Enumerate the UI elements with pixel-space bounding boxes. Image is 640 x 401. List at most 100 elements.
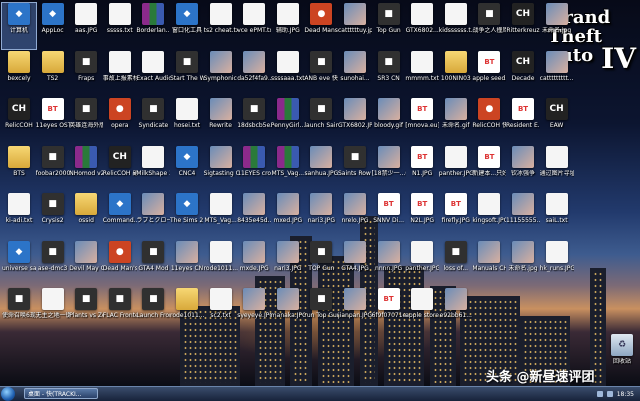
desktop-icon[interactable]: Manuals CHS bbox=[472, 240, 506, 287]
desktop-icon[interactable]: ■ Plants vs Zombie... bbox=[69, 288, 103, 334]
network-icon[interactable] bbox=[596, 391, 603, 397]
desktop-icon[interactable]: ■ Fraps bbox=[69, 50, 103, 97]
volume-icon[interactable] bbox=[606, 391, 613, 397]
desktop-icon[interactable]: ◆ 计算机 bbox=[1, 2, 37, 50]
desktop-icon[interactable]: 8435e45d... bbox=[237, 193, 271, 239]
desktop-icon[interactable]: ■ loss of... bbox=[439, 240, 473, 287]
desktop-icon[interactable]: TS2 bbox=[36, 50, 70, 97]
desktop-icon[interactable]: kidssssss.t... bbox=[439, 3, 473, 49]
desktop-icon[interactable]: ts2 cheat.txt bbox=[204, 3, 238, 49]
desktop-icon[interactable]: MTS_Vag... bbox=[204, 193, 238, 239]
desktop-icon[interactable]: cattttttuy.jpg bbox=[338, 3, 372, 49]
desktop-icon[interactable]: CH EAW bbox=[540, 98, 574, 144]
desktop-icon[interactable]: GTX6802.JPG bbox=[338, 98, 372, 144]
desktop-icon[interactable]: [18禁少一...(10040)]... bbox=[372, 145, 406, 192]
desktop-icon[interactable]: BT N1.JPG bbox=[405, 145, 439, 192]
desktop-icon[interactable]: BT N2L.JPG bbox=[405, 193, 439, 239]
desktop-icon[interactable]: ■Start The Witcher 2 bbox=[170, 50, 204, 97]
desktop-icon[interactable]: ■ 18dsbcb5e... bbox=[237, 98, 271, 144]
desktop-icon[interactable]: ■ 英雄连海外版 bbox=[69, 98, 103, 144]
desktop-icon[interactable]: nrelo.JPG bbox=[338, 193, 372, 239]
desktop-icon[interactable]: Exact Audio Copy bbox=[136, 50, 170, 97]
desktop-icon[interactable]: Symphonic Rain bbox=[204, 50, 238, 97]
desktop-icon[interactable]: ●Dead Man's Hand bbox=[103, 240, 137, 287]
desktop-icon[interactable]: cattttttttt... bbox=[540, 50, 574, 97]
desktop-icon[interactable]: mmmm.txt bbox=[405, 50, 439, 97]
desktop-icon[interactable]: 100NIN03 bbox=[439, 50, 473, 97]
desktop-icon[interactable]: ■ Top Gun bbox=[372, 3, 406, 49]
desktop-icon[interactable]: mxed.JPG bbox=[271, 193, 305, 239]
desktop-icon[interactable]: BT新建本...只好一起... bbox=[472, 145, 506, 192]
desktop-icon[interactable]: PennyGirl... bbox=[271, 98, 305, 144]
desktop-icon[interactable]: nari3.JPG bbox=[271, 240, 305, 287]
desktop-icon[interactable]: 无主之地一键补丁 bbox=[36, 288, 70, 334]
desktop-icon[interactable]: 辅助.JPG bbox=[271, 3, 305, 49]
desktop-icon[interactable]: CHRelicCOH 副本 bbox=[103, 145, 137, 192]
desktop-icon[interactable]: syeyeye.JPG bbox=[237, 288, 271, 334]
desktop-icon[interactable]: ki-adi.txt bbox=[2, 193, 36, 239]
desktop-icon[interactable]: sunohai... bbox=[338, 50, 372, 97]
desktop-icon[interactable]: ■Saints Row The Third bbox=[338, 145, 372, 192]
desktop-icon[interactable]: ■ GTA4 Mod bbox=[136, 240, 170, 287]
desktop-icon[interactable]: nnnn.JPG bbox=[372, 240, 406, 287]
desktop-icon[interactable]: CH RelicCOH bbox=[2, 98, 36, 144]
desktop-icon[interactable]: ◆ 窗口化工具 bbox=[170, 3, 204, 49]
desktop-icon[interactable]: saiL.txt bbox=[540, 193, 574, 239]
desktop-icon[interactable]: sssss.txt bbox=[103, 3, 137, 49]
desktop-icon[interactable]: rode1011... bbox=[170, 288, 204, 334]
desktop-icon[interactable]: hosei.txt bbox=[170, 98, 204, 144]
desktop-icon[interactable]: rode1011... bbox=[204, 240, 238, 287]
desktop-icon[interactable]: 未命名.gif bbox=[439, 98, 473, 144]
desktop-icon[interactable]: Rewrite bbox=[204, 98, 238, 144]
desktop-icon[interactable]: ■ANB eve 快捷方式 bbox=[304, 50, 338, 97]
desktop-icon[interactable]: ◆universe sandbox bbox=[2, 240, 36, 287]
desktop-icon[interactable]: ◆ CNC4 bbox=[170, 145, 204, 192]
desktop-icon[interactable]: sanhua.JPG bbox=[304, 145, 338, 192]
desktop-icon[interactable]: ● Dead Mans Hand bbox=[304, 3, 338, 49]
desktop-icon[interactable]: NHomod v2.6026 bbox=[69, 145, 103, 192]
desktop-icon[interactable]: ■ 战争之人撞库中文版 bbox=[472, 3, 506, 49]
desktop-icon[interactable]: 未命名.jpg bbox=[506, 240, 540, 287]
desktop-icon[interactable]: mxde.JPG bbox=[237, 240, 271, 287]
desktop-icon[interactable]: ラブとクローン スタイア bbox=[136, 193, 170, 239]
desktop-icon[interactable]: ■ run Top Gun bbox=[304, 288, 338, 334]
desktop-icon[interactable]: CH Decade bbox=[506, 50, 540, 97]
desktop-icon[interactable]: e92bb61... bbox=[439, 288, 473, 334]
desktop-icon[interactable]: bexcely bbox=[2, 50, 36, 97]
desktop-icon[interactable]: GTX6802... bbox=[405, 3, 439, 49]
desktop-icon[interactable]: ◆ The Sims 2 Mansion... bbox=[170, 193, 204, 239]
desktop-icon[interactable]: ssssaaa.txt bbox=[271, 50, 305, 97]
desktop-icon[interactable]: BT Resident E... bbox=[506, 98, 540, 144]
desktop-icon[interactable]: ■ Syndicate bbox=[136, 98, 170, 144]
desktop-icon[interactable]: Devil May Cry 4 bbox=[69, 240, 103, 287]
desktop-icon[interactable]: MTS_Vag... bbox=[271, 145, 305, 192]
desktop-icon[interactable]: ■ Crysis2 bbox=[36, 193, 70, 239]
desktop-icon[interactable]: panther.JPG bbox=[439, 145, 473, 192]
desktop-icon[interactable]: nari3.JPG bbox=[304, 193, 338, 239]
taskbar-window-button[interactable]: 桌面 - 快(TRACKI... bbox=[24, 388, 98, 399]
desktop-icon[interactable]: BT [mnova.eu] 18x10040... bbox=[405, 98, 439, 144]
desktop-icon[interactable]: ■ Launch Front L... bbox=[136, 288, 170, 334]
desktop-icon[interactable]: 钦冰强争 bbox=[506, 145, 540, 192]
desktop-icon[interactable]: ■ launch Saints Ro... bbox=[304, 98, 338, 144]
desktop-icon[interactable]: ■ FLAC Frontend bbox=[103, 288, 137, 334]
desktop-icon[interactable]: ■ foobar2000 bbox=[36, 145, 70, 192]
desktop-icon[interactable]: jianpan.JPG bbox=[338, 288, 372, 334]
desktop-icon[interactable]: CH Ritterkreuz bbox=[506, 3, 540, 49]
desktop-icon[interactable]: Borderlan... bbox=[136, 3, 170, 49]
desktop-icon[interactable]: aas.JPG bbox=[69, 3, 103, 49]
desktop-icon[interactable]: BTapple seed.torrent bbox=[472, 50, 506, 97]
desktop-icon[interactable]: BT firefly.JPG bbox=[439, 193, 473, 239]
desktop-icon[interactable]: hk_runs.JPG bbox=[540, 240, 574, 287]
desktop-icon[interactable]: 11eyes CN bbox=[170, 240, 204, 287]
desktop-icon[interactable]: ■ SR3 CN bbox=[372, 50, 406, 97]
desktop-icon[interactable]: 事故上报素材.txt bbox=[103, 50, 137, 97]
desktop-icon[interactable]: manaka.JPG bbox=[271, 288, 305, 334]
desktop-icon[interactable]: ■ TOP Gun bbox=[304, 240, 338, 287]
desktop-icon[interactable]: 通过图片寻址.docx bbox=[540, 145, 574, 192]
desktop-icon[interactable]: kingsoft.JPG bbox=[472, 193, 506, 239]
desktop-icon[interactable]: apple store.JPG bbox=[405, 288, 439, 334]
desktop-icon[interactable]: MilkShape 3D 1.8.5 bbox=[136, 145, 170, 192]
desktop-icon[interactable]: 未命名.jpg bbox=[540, 3, 574, 49]
desktop-icon[interactable]: da52f4fa9... bbox=[237, 50, 271, 97]
